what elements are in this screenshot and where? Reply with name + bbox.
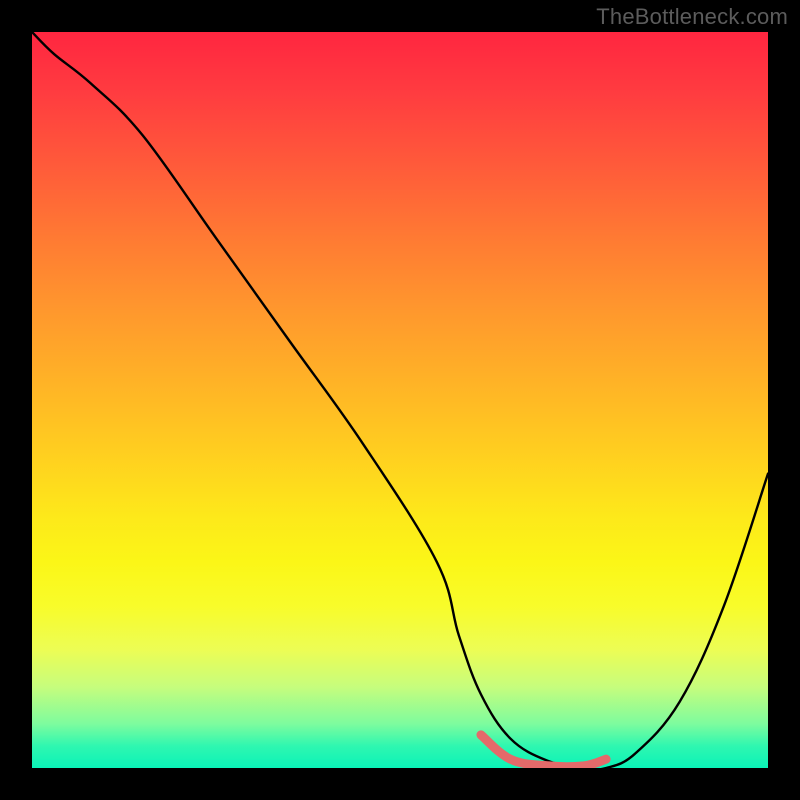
watermark-text: TheBottleneck.com <box>596 4 788 30</box>
chart-frame: TheBottleneck.com <box>0 0 800 800</box>
chart-svg <box>32 32 768 768</box>
optimal-band-path <box>481 735 606 767</box>
bottleneck-curve-path <box>32 32 768 768</box>
